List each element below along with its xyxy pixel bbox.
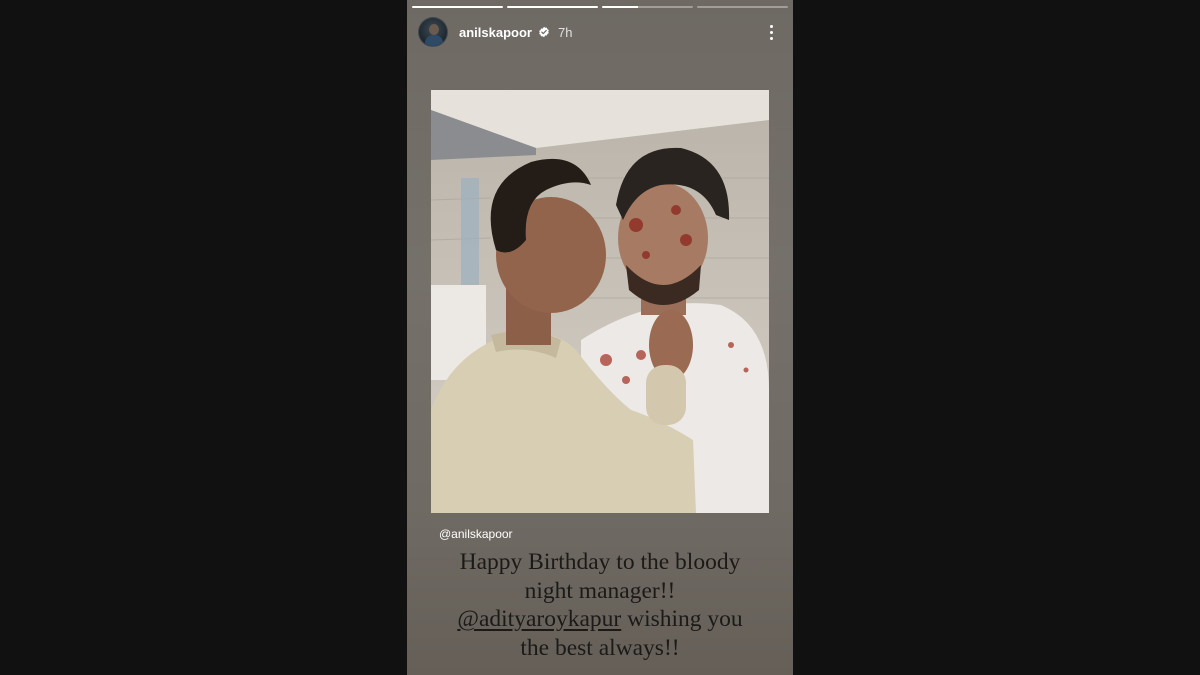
photo-illustration — [431, 90, 769, 513]
progress-segment — [412, 6, 503, 8]
progress-fill — [412, 6, 503, 8]
user-tag-link[interactable]: @adityaroykapur — [457, 606, 621, 632]
progress-fill — [602, 6, 639, 8]
post-time: 7h — [557, 24, 573, 40]
more-vertical-icon — [769, 24, 773, 28]
progress-segment — [697, 6, 788, 8]
more-vertical-icon — [769, 30, 773, 34]
more-vertical-icon — [769, 36, 773, 40]
avatar-head — [429, 24, 439, 35]
story-progress-bar — [412, 6, 788, 8]
more-options-button[interactable] — [763, 22, 779, 42]
caption-line: @adityaroykapur wishing you — [427, 605, 773, 634]
story-photo — [431, 90, 769, 513]
username[interactable]: anilskapoor — [459, 25, 532, 40]
progress-segment — [602, 6, 693, 8]
caption-line: the best always!! — [520, 634, 680, 661]
caption-text: wishing you — [621, 606, 743, 632]
caption-line: Happy Birthday to the bloody — [459, 549, 741, 575]
repost-mention[interactable]: @anilskapoor — [439, 527, 513, 541]
caption-line: night manager!! — [524, 577, 676, 604]
story-caption: Happy Birthday to the bloody night manag… — [427, 548, 773, 662]
story-header: anilskapoor 7h — [418, 17, 779, 47]
avatar[interactable] — [418, 17, 448, 47]
avatar-body — [425, 35, 443, 46]
story-viewer[interactable]: anilskapoor 7h @anilskapoor Happy Birthd… — [407, 0, 793, 675]
progress-segment — [507, 6, 598, 8]
verified-badge-icon — [539, 26, 549, 38]
progress-fill — [507, 6, 598, 8]
